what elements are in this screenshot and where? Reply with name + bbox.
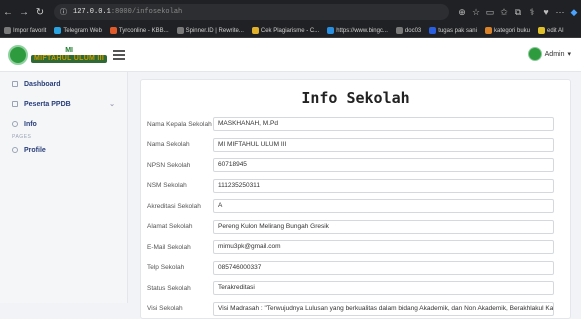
- field-value[interactable]: 111235250311: [213, 179, 554, 193]
- collections-icon[interactable]: ⧉: [511, 7, 525, 18]
- bookmark-icon: [4, 27, 11, 34]
- form-row: Nama SekolahMI MIFTAHUL ULUM III: [141, 135, 570, 156]
- form-row: Visi SekolahVisi Madrasah : "Terwujudnya…: [141, 299, 570, 319]
- dashboard-icon: [12, 81, 18, 87]
- school-logo[interactable]: MI MIFTAHUL ULUM III: [8, 45, 107, 65]
- logo-top-text: MI: [65, 47, 73, 55]
- reload-icon[interactable]: ↻: [32, 7, 48, 18]
- bookmark-item[interactable]: Cek Plagiarisme - C...: [252, 27, 319, 34]
- bookmark-item[interactable]: Impor favorit: [4, 27, 46, 34]
- field-label: Status Sekolah: [141, 285, 213, 292]
- bookmark-item[interactable]: Telegram Web: [54, 27, 102, 34]
- chevron-down-icon: ▾: [567, 50, 571, 58]
- info-card: Info Sekolah Nama Kepala SekolahMASKHANA…: [140, 79, 571, 319]
- bookmark-icon: [485, 27, 492, 34]
- bookmark-item[interactable]: tugas pak sani: [429, 27, 477, 34]
- bookmark-item[interactable]: edit AI: [538, 27, 564, 34]
- chevron-down-icon: ⌄: [109, 100, 115, 108]
- bookmark-item[interactable]: https://www.bingc...: [327, 27, 388, 34]
- more-icon[interactable]: ⋯: [553, 7, 567, 18]
- field-label: NSM Sekolah: [141, 182, 213, 189]
- bookmark-item[interactable]: Spinner.ID | Rewrite...: [177, 27, 244, 34]
- field-label: Nama Kepala Sekolah: [141, 121, 213, 128]
- field-label: Alamat Sekolah: [141, 223, 213, 230]
- shield-icon[interactable]: ♥: [539, 7, 553, 17]
- check-icon: [252, 27, 259, 34]
- page-icon: [177, 27, 184, 34]
- back-icon[interactable]: ←: [0, 7, 16, 18]
- main-content: Info Sekolah Nama Kepala SekolahMASKHANA…: [128, 72, 581, 303]
- field-label: Akreditasi Sekolah: [141, 203, 213, 210]
- user-icon: [12, 147, 18, 153]
- bing-icon: [327, 27, 334, 34]
- info-icon: [12, 121, 18, 127]
- app-header: MI MIFTAHUL ULUM III Admin ▾: [0, 38, 581, 72]
- field-value[interactable]: 60718945: [213, 158, 554, 172]
- field-label: E-Mail Sekolah: [141, 244, 213, 251]
- sidebar: Dashboard Peserta PPDB ⌄ Info PAGES Prof…: [0, 72, 128, 303]
- sidebar-item-profile[interactable]: Profile: [0, 142, 127, 158]
- sidebar-item-info[interactable]: Info: [0, 116, 127, 132]
- field-label: Visi Sekolah: [141, 305, 213, 312]
- extensions-icon[interactable]: ⚕: [525, 7, 539, 18]
- url-host: 127.0.0.1: [73, 8, 111, 16]
- form-row: NSM Sekolah111235250311: [141, 176, 570, 197]
- copilot-icon[interactable]: ◆: [567, 7, 581, 18]
- list-icon: [12, 101, 18, 107]
- field-value[interactable]: Terakreditasi: [213, 281, 554, 295]
- field-label: Telp Sekolah: [141, 264, 213, 271]
- form-row: Telp Sekolah085746000337: [141, 258, 570, 279]
- forward-icon[interactable]: →: [16, 7, 32, 18]
- sidebar-item-dashboard[interactable]: Dashboard: [0, 76, 127, 92]
- zoom-icon[interactable]: ⊕: [455, 7, 469, 18]
- field-label: Nama Sekolah: [141, 141, 213, 148]
- field-label: NPSN Sekolah: [141, 162, 213, 169]
- address-bar[interactable]: ⓘ 127.0.0.1:8000/infosekolah: [54, 4, 449, 20]
- field-value[interactable]: Visi Madrasah : "Terwujudnya Lulusan yan…: [213, 302, 554, 316]
- hamburger-menu-icon[interactable]: [113, 50, 125, 60]
- user-name: Admin: [545, 51, 565, 58]
- form-row: Nama Kepala SekolahMASKHANAH, M.Pd: [141, 114, 570, 135]
- url-path: :8000/infosekolah: [111, 8, 182, 16]
- page-title: Info Sekolah: [141, 86, 570, 114]
- form-row: E-Mail Sekolahmimu3pk@gmail.com: [141, 237, 570, 258]
- field-value[interactable]: MI MIFTAHUL ULUM III: [213, 138, 554, 152]
- logo-emblem-icon: [8, 45, 28, 65]
- field-value[interactable]: A: [213, 199, 554, 213]
- page-icon: [396, 27, 403, 34]
- browser-toolbar: ← → ↻ ⓘ 127.0.0.1:8000/infosekolah ⊕ ☆ ▭…: [0, 0, 581, 24]
- bookmark-icon: [110, 27, 117, 34]
- avatar: [528, 47, 542, 61]
- info-form: Nama Kepala SekolahMASKHANAH, M.PdNama S…: [141, 114, 570, 319]
- docs-icon: [429, 27, 436, 34]
- star-icon[interactable]: ☆: [469, 7, 483, 18]
- form-row: Akreditasi SekolahA: [141, 196, 570, 217]
- favorites-icon[interactable]: ✩: [497, 7, 511, 18]
- field-value[interactable]: Pereng Kulon Melirang Bungah Gresik: [213, 220, 554, 234]
- bookmark-icon: [538, 27, 545, 34]
- form-row: Alamat SekolahPereng Kulon Melirang Bung…: [141, 217, 570, 238]
- sidebar-section-label: PAGES: [0, 132, 127, 142]
- user-menu[interactable]: Admin ▾: [528, 47, 571, 61]
- telegram-icon: [54, 27, 61, 34]
- info-icon: ⓘ: [60, 7, 67, 17]
- split-icon[interactable]: ▭: [483, 7, 497, 18]
- bookmarks-bar: Impor favorit Telegram Web Tyrconline - …: [0, 24, 581, 38]
- bookmark-item[interactable]: doc03: [396, 27, 421, 34]
- field-value[interactable]: mimu3pk@gmail.com: [213, 240, 554, 254]
- field-value[interactable]: 085746000337: [213, 261, 554, 275]
- logo-bottom-text: MIFTAHUL ULUM III: [31, 55, 107, 63]
- form-row: NPSN Sekolah60718945: [141, 155, 570, 176]
- bookmark-item[interactable]: Tyrconline - KBB...: [110, 27, 169, 34]
- form-row: Status SekolahTerakreditasi: [141, 278, 570, 299]
- sidebar-item-peserta-ppdb[interactable]: Peserta PPDB ⌄: [0, 96, 127, 112]
- field-value[interactable]: MASKHANAH, M.Pd: [213, 117, 554, 131]
- bookmark-item[interactable]: kategori buku: [485, 27, 530, 34]
